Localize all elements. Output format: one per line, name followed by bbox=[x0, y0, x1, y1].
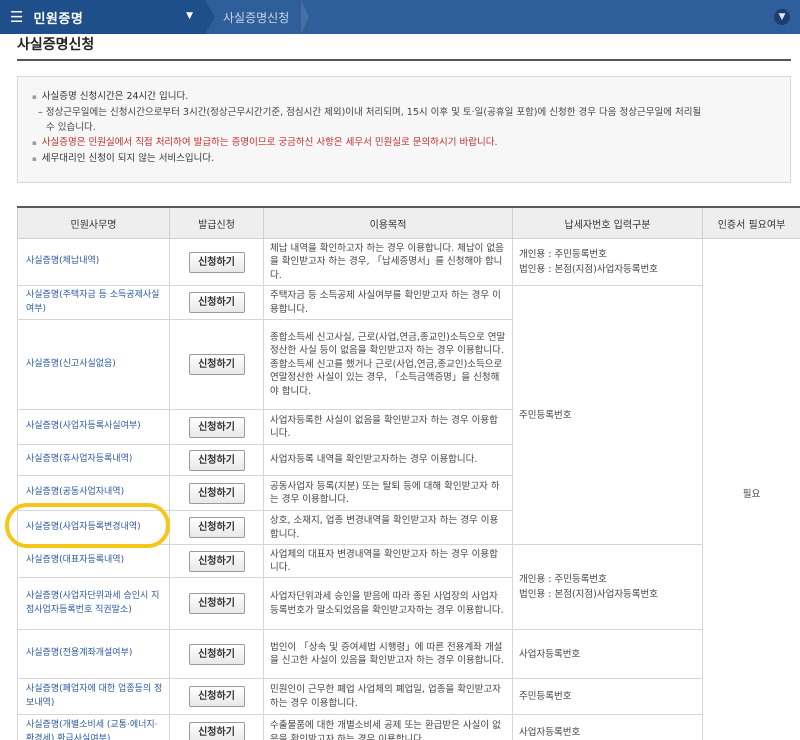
notice-processing: – 정상근무일에는 신청시간으로부터 3시간(정상근무시간기준, 점심시간 제외… bbox=[38, 107, 702, 133]
header-apply: 발급신청 bbox=[169, 206, 264, 239]
main-menu-label: 민원증명 bbox=[33, 11, 84, 27]
highlight-annotation-ring bbox=[5, 503, 170, 548]
hamburger-menu-icon[interactable]: ☰ bbox=[10, 8, 23, 26]
table-row: 사실증명(개별소비세 (교통·에너지·환경세) 환급사실여부) 신청하기 수출물… bbox=[17, 714, 800, 740]
purpose-text: 법인이 「상속 및 증여세법 시행령」에 따른 전용계좌 개설을 신고한 사실이… bbox=[263, 629, 513, 679]
main-menu-dropdown[interactable]: ☰ 민원증명 ▼ bbox=[0, 0, 205, 34]
taxid-type: 개인용 : 주민등록번호 법인용 : 본점(지점)사업자등록번호 bbox=[512, 238, 703, 286]
apply-button[interactable]: 신청하기 bbox=[188, 593, 245, 614]
purpose-text: 민원인이 근무한 폐업 사업체의 폐업일, 업종을 확인받고자 하는 경우 이용… bbox=[263, 678, 513, 715]
apply-button[interactable]: 신청하기 bbox=[188, 643, 245, 665]
apply-button[interactable]: 신청하기 bbox=[188, 517, 245, 538]
apply-button[interactable]: 신청하기 bbox=[188, 449, 245, 471]
apply-button[interactable]: 신청하기 bbox=[188, 251, 245, 273]
chevron-down-icon[interactable]: ▼ bbox=[774, 9, 790, 25]
notice-box: 사실증명 신청시간은 24시간 입니다. – 정상근무일에는 신청시간으로부터 … bbox=[17, 76, 791, 183]
nav-separator bbox=[205, 0, 215, 34]
purpose-text: 사업자단위과세 승인을 받음에 따라 종된 사업장의 사업자등록번호가 말소되었… bbox=[263, 577, 513, 630]
taxid-type: 사업자등록번호 bbox=[512, 714, 703, 740]
purpose-text: 사업자등록한 사실이 없음을 확인받고자 하는 경우 이용합니다. bbox=[263, 409, 513, 445]
purpose-text: 사업자등록 내역을 확인받고자하는 경우 이용합니다. bbox=[263, 444, 513, 476]
service-name-link[interactable]: 사실증명(대표자등록내역) bbox=[17, 544, 170, 578]
apply-button[interactable]: 신청하기 bbox=[188, 292, 245, 313]
service-name-link[interactable]: 사실증명(주택자금 등 소득공제사실여부) bbox=[17, 285, 170, 320]
service-name-link[interactable]: 사실증명(개별소비세 (교통·에너지·환경세) 환급사실여부) bbox=[17, 714, 170, 740]
taxid-type: 사업자등록번호 bbox=[512, 629, 703, 679]
notice-inquiry: 사실증명은 민원실에서 직접 처리하여 발급하는 증명이므로 궁금하신 사항은 … bbox=[32, 135, 778, 151]
apply-button[interactable]: 신청하기 bbox=[188, 722, 245, 740]
table-row: 사실증명(주택자금 등 소득공제사실여부) 신청하기 주택자금 등 소득공제 사… bbox=[17, 285, 800, 545]
header-taxpayer-id-type: 납세자번호 입력구분 bbox=[512, 206, 703, 239]
purpose-text: 공동사업자 등록(지분) 또는 탈퇴 등에 대해 확인받고자 하는 경우 이용합… bbox=[263, 475, 513, 511]
top-nav-bar: ☰ 민원증명 ▼ 사실증명신청 ▼ bbox=[0, 0, 800, 34]
table-header-row: 민원사무명 발급신청 이용목적 납세자번호 입력구분 인증서 필요여부 bbox=[17, 206, 800, 239]
apply-button[interactable]: 신청하기 bbox=[188, 354, 245, 375]
page-title: 사실증명신청 bbox=[17, 37, 95, 53]
purpose-text: 종합소득세 신고사실, 근로(사업,연금,종교인)소득으로 연말정산한 사실 등… bbox=[263, 319, 513, 410]
header-cert-required: 인증서 필요여부 bbox=[702, 206, 800, 239]
purpose-text: 상호, 소재지, 업종 변경내역을 확인받고자 하는 경우 이용합니다. bbox=[263, 510, 513, 545]
purpose-text: 사업체의 대표자 변경내역을 확인받고자 하는 경우 이용합니다. bbox=[263, 544, 513, 578]
purpose-text: 체납 내역을 확인하고자 하는 경우 이용합니다. 체납이 없음을 확인받고자 … bbox=[263, 238, 513, 286]
apply-button[interactable]: 신청하기 bbox=[188, 686, 245, 707]
cert-required: 필요 bbox=[702, 238, 800, 740]
taxid-type: 개인용 : 주민등록번호 법인용 : 본점(지점)사업자등록번호 bbox=[512, 544, 703, 630]
breadcrumb[interactable]: 사실증명신청 bbox=[223, 9, 289, 26]
taxid-type: 주민등록번호 bbox=[512, 678, 703, 715]
service-name-link[interactable]: 사실증명(폐업자에 대한 업종등의 정보내역) bbox=[17, 678, 170, 715]
apply-button[interactable]: 신청하기 bbox=[188, 416, 245, 438]
service-name-link[interactable]: 사실증명(체납내역) bbox=[17, 238, 170, 286]
breadcrumb-separator bbox=[301, 0, 310, 34]
service-name-link[interactable]: 사실증명(사업자등록사실여부) bbox=[17, 409, 170, 445]
taxid-type: 주민등록번호 bbox=[512, 285, 703, 545]
table-row: 사실증명(폐업자에 대한 업종등의 정보내역) 신청하기 민원인이 근무한 폐업… bbox=[17, 678, 800, 715]
service-name-link[interactable]: 사실증명(전용계좌개설여부) bbox=[17, 629, 170, 679]
header-service-name: 민원사무명 bbox=[17, 206, 170, 239]
title-divider bbox=[17, 59, 791, 61]
header-purpose: 이용목적 bbox=[263, 206, 513, 239]
service-table: 민원사무명 발급신청 이용목적 납세자번호 입력구분 인증서 필요여부 사실증명… bbox=[17, 206, 800, 740]
apply-button[interactable]: 신청하기 bbox=[188, 550, 245, 572]
notice-hours: 사실증명 신청시간은 24시간 입니다. bbox=[32, 89, 778, 105]
service-table-container: 민원사무명 발급신청 이용목적 납세자번호 입력구분 인증서 필요여부 사실증명… bbox=[17, 206, 800, 740]
purpose-text: 주택자금 등 소득공제 사실여부를 확인받고자 하는 경우 이용합니다. bbox=[263, 285, 513, 320]
table-row: 사실증명(체납내역) 신청하기 체납 내역을 확인하고자 하는 경우 이용합니다… bbox=[17, 238, 800, 740]
apply-button[interactable]: 신청하기 bbox=[188, 482, 245, 504]
table-row: 사실증명(대표자등록내역) 신청하기 사업체의 대표자 변경내역을 확인받고자 … bbox=[17, 544, 800, 630]
service-name-link[interactable]: 사실증명(신고사실없음) bbox=[17, 319, 170, 410]
purpose-text: 수출물품에 대한 개별소비세 공제 또는 환급받은 사실이 없음을 확인받고자 … bbox=[263, 714, 513, 740]
table-row: 사실증명(전용계좌개설여부) 신청하기 법인이 「상속 및 증여세법 시행령」에… bbox=[17, 629, 800, 679]
service-name-link[interactable]: 사실증명(사업자단위과세 승인시 지점사업자등록번호 직권말소) bbox=[17, 577, 170, 630]
service-name-link[interactable]: 사실증명(휴사업자등록내역) bbox=[17, 444, 170, 476]
notice-agent: 세무대리인 신청이 되지 않는 서비스입니다. bbox=[32, 151, 778, 167]
caret-down-icon[interactable]: ▼ bbox=[186, 11, 193, 21]
